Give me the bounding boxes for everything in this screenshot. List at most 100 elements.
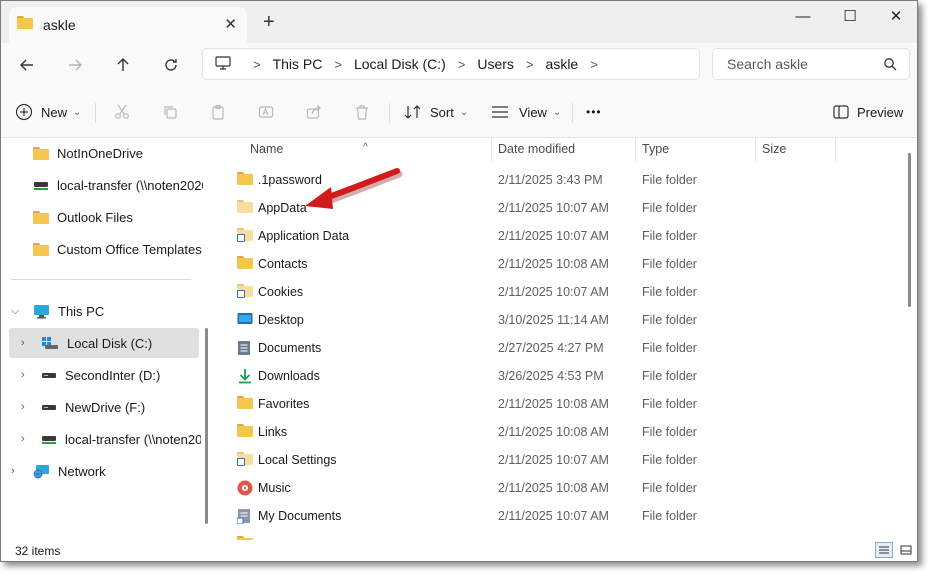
rename-button[interactable] (254, 100, 278, 124)
toolbar-divider (572, 103, 573, 123)
back-button[interactable] (12, 51, 42, 79)
up-button[interactable] (108, 51, 138, 79)
arrow-right-icon (69, 59, 82, 71)
tiles-view-button[interactable] (897, 542, 915, 558)
nav-item-local-transfer-drive[interactable]: local-transfer (\\noten2020) (41, 424, 201, 454)
nav-item-label: Outlook Files (57, 209, 133, 225)
new-tab-button[interactable]: + (263, 12, 275, 32)
share-button[interactable] (302, 100, 326, 124)
file-row[interactable]: My Documents 2/11/2025 10:07 AM File fol… (215, 502, 917, 530)
search-box[interactable] (712, 48, 910, 80)
view-button[interactable]: View ⌄ (491, 100, 561, 124)
cut-button[interactable] (110, 100, 134, 124)
chevron-down-icon[interactable]: ⌵ (11, 305, 19, 318)
column-divider[interactable] (835, 138, 836, 162)
file-row[interactable]: Cookies 2/11/2025 10:07 AM File folder (215, 278, 917, 306)
file-row[interactable]: Links 2/11/2025 10:08 AM File folder (215, 418, 917, 446)
file-type: File folder (642, 201, 697, 215)
file-name: Documents (258, 341, 322, 355)
file-name: Local Settings (258, 453, 337, 467)
downloads-folder-icon (237, 368, 253, 387)
file-list-scrollbar-thumb[interactable] (908, 153, 911, 307)
search-input[interactable] (725, 55, 879, 73)
view-lines-icon (492, 106, 508, 118)
chevron-right-icon[interactable]: › (21, 337, 25, 349)
paste-button[interactable] (206, 100, 230, 124)
nav-item-local-disk-c[interactable]: Local Disk (C:) (41, 328, 199, 358)
file-type: File folder (642, 369, 697, 383)
column-header-date[interactable]: Date modified (498, 142, 575, 156)
windows-drive-icon (41, 336, 59, 350)
toolbar-divider (389, 103, 390, 123)
more-options-button[interactable]: ••• (586, 100, 602, 124)
column-header-row: ^ Name Date modified Type Size (215, 138, 917, 162)
column-header-name[interactable]: Name (250, 142, 283, 156)
column-header-size[interactable]: Size (762, 142, 786, 156)
breadcrumb-separator[interactable]: > (590, 57, 598, 72)
breadcrumb-users[interactable]: Users (477, 56, 514, 72)
tab-askle[interactable]: askle ✕ (9, 7, 247, 43)
nav-item-newdrive-f[interactable]: NewDrive (F:) (41, 392, 201, 422)
chevron-right-icon[interactable]: › (21, 401, 25, 413)
tab-close-button[interactable]: ✕ (224, 15, 237, 33)
file-date: 2/11/2025 10:07 AM (498, 285, 609, 299)
nav-item-notinonedrive[interactable]: NotInOneDrive (33, 138, 203, 168)
folder-shortcut-icon (236, 508, 251, 527)
details-view-button[interactable] (875, 542, 893, 558)
file-name: AppData (258, 201, 307, 215)
file-name: My Documents (258, 509, 342, 523)
file-row[interactable]: Favorites 2/11/2025 10:08 AM File folder (215, 390, 917, 418)
preview-button[interactable]: Preview (833, 100, 903, 124)
new-button[interactable]: New ⌄ (15, 100, 81, 124)
breadcrumb-separator[interactable]: > (526, 57, 534, 72)
breadcrumb-separator[interactable]: > (253, 57, 261, 72)
refresh-button[interactable] (156, 51, 186, 79)
file-row-partial[interactable] (215, 530, 917, 540)
breadcrumb-local-disk[interactable]: Local Disk (C:) (354, 56, 446, 72)
file-row[interactable]: Downloads 3/26/2025 4:53 PM File folder (215, 362, 917, 390)
column-divider[interactable] (491, 138, 492, 162)
nav-scrollbar-thumb[interactable] (205, 328, 208, 524)
preview-pane-icon (833, 105, 849, 119)
chevron-right-icon[interactable]: › (21, 369, 25, 381)
delete-button[interactable] (350, 100, 374, 124)
chevron-right-icon[interactable]: › (11, 465, 15, 477)
nav-item-network[interactable]: Network (33, 456, 203, 486)
file-row[interactable]: Application Data 2/11/2025 10:07 AM File… (215, 222, 917, 250)
breadcrumb-separator[interactable]: > (334, 57, 342, 72)
minimize-button[interactable]: — (780, 1, 826, 31)
chevron-right-icon[interactable]: › (21, 433, 25, 445)
breadcrumb-this-pc[interactable]: This PC (273, 56, 323, 72)
nav-item-this-pc[interactable]: This PC (33, 296, 203, 326)
column-header-type[interactable]: Type (642, 142, 669, 156)
nav-item-secondinter-d[interactable]: SecondInter (D:) (41, 360, 201, 390)
file-row[interactable]: Local Settings 2/11/2025 10:07 AM File f… (215, 446, 917, 474)
breadcrumb-separator[interactable]: > (458, 57, 466, 72)
sort-button[interactable]: Sort ⌄ (404, 100, 468, 124)
copy-button[interactable] (158, 100, 182, 124)
breadcrumb-askle[interactable]: askle (546, 56, 579, 72)
file-row[interactable]: Documents 2/27/2025 4:27 PM File folder (215, 334, 917, 362)
nav-item-label: Local Disk (C:) (67, 335, 153, 351)
drive-icon (41, 370, 57, 380)
search-icon[interactable] (883, 57, 897, 76)
forward-button[interactable] (60, 51, 90, 79)
close-window-button[interactable]: ✕ (873, 1, 917, 31)
column-divider[interactable] (755, 138, 756, 162)
annotation-arrow-icon (305, 168, 403, 209)
file-row[interactable]: Contacts 2/11/2025 10:08 AM File folder (215, 250, 917, 278)
file-type: File folder (642, 509, 697, 523)
nav-item-local-transfer[interactable]: local-transfer (\\noten2020) (33, 170, 203, 200)
nav-item-custom-office-templates[interactable]: Custom Office Templates (33, 234, 205, 264)
maximize-button[interactable]: ☐ (827, 1, 873, 31)
file-row[interactable]: Desktop 3/10/2025 11:14 AM File folder (215, 306, 917, 334)
rename-icon (258, 106, 274, 118)
tab-bar: askle ✕ + — ☐ ✕ (1, 1, 917, 43)
file-row[interactable]: Music 2/11/2025 10:08 AM File folder (215, 474, 917, 502)
file-name: Application Data (258, 229, 350, 243)
address-bar[interactable]: > This PC > Local Disk (C:) > Users > as… (202, 48, 700, 80)
nav-item-outlook-files[interactable]: Outlook Files (33, 202, 203, 232)
navigation-pane: NotInOneDrive local-transfer (\\noten202… (1, 138, 213, 540)
column-divider[interactable] (635, 138, 636, 162)
sort-icon (404, 105, 421, 119)
